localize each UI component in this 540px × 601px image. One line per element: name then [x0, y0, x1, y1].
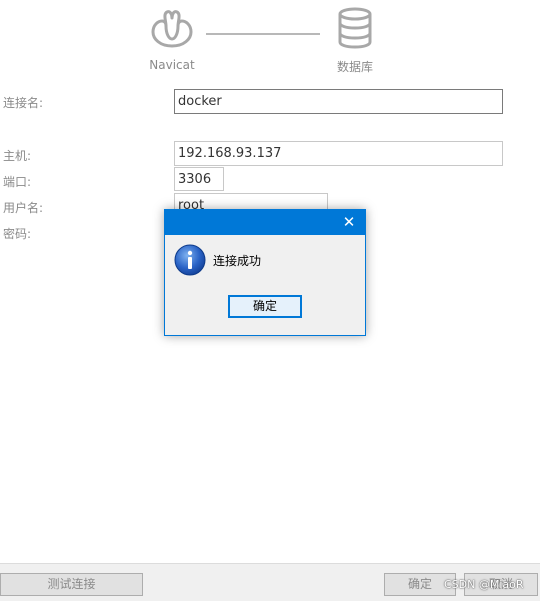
test-connection-button[interactable]: 测试连接 — [0, 573, 143, 596]
database-label: 数据库 — [336, 60, 373, 74]
dialog-ok-button[interactable]: 确定 — [228, 295, 302, 318]
dialog-message: 连接成功 — [213, 254, 262, 268]
close-icon[interactable]: ✕ — [340, 213, 358, 231]
connection-name-input[interactable] — [174, 89, 503, 114]
username-label: 用户名: — [3, 201, 44, 215]
navicat-icon — [151, 10, 193, 48]
host-label: 主机: — [3, 149, 32, 163]
watermark: CSDN @MiaoR — [444, 578, 524, 591]
port-label: 端口: — [3, 175, 32, 189]
connection-line — [206, 33, 320, 35]
password-label: 密码: — [3, 227, 32, 241]
connection-name-label: 连接名: — [3, 96, 44, 110]
port-input[interactable] — [174, 167, 224, 191]
navicat-label: Navicat — [149, 58, 195, 72]
dialog-titlebar: ✕ — [165, 210, 365, 235]
connection-success-dialog: ✕ 连接成功 确定 — [164, 209, 366, 336]
info-icon — [174, 244, 206, 276]
host-input[interactable] — [174, 141, 503, 166]
database-icon — [338, 7, 372, 49]
